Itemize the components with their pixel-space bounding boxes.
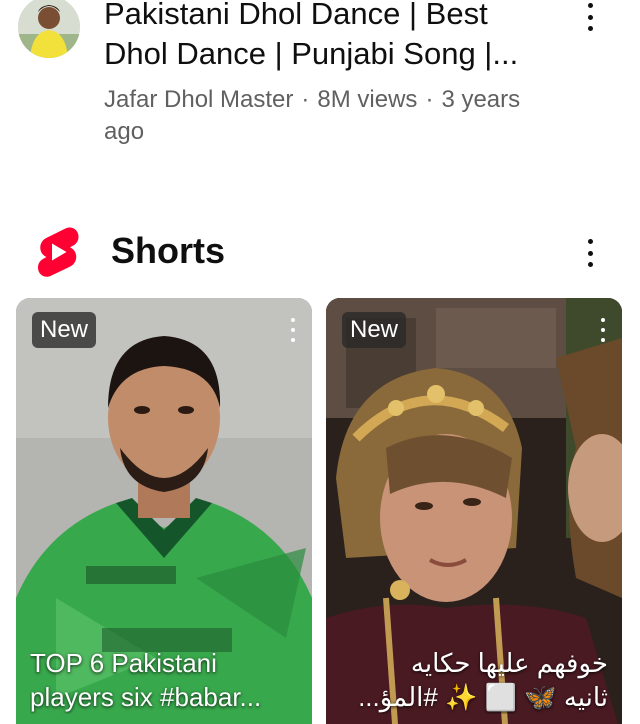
- short-caption: خوفهم عليها حكايه ثانيه 🦋 ⬜ ✨ #المؤ...: [334, 646, 608, 714]
- new-badge: New: [32, 312, 97, 348]
- short-more-vert-icon[interactable]: [288, 318, 298, 342]
- shorts-more-vert-icon[interactable]: [578, 236, 602, 270]
- new-badge: New: [342, 312, 407, 348]
- video-metadata: Jafar Dhol Master · 8M views · 3 years ago: [104, 84, 544, 148]
- channel-avatar[interactable]: [18, 0, 80, 58]
- shorts-logo-icon: [38, 227, 79, 277]
- youtube-home-feed: Pakistani Dhol Dance | Best Dhol Dance |…: [0, 0, 640, 724]
- video-title[interactable]: Pakistani Dhol Dance | Best Dhol Dance |…: [104, 0, 554, 74]
- short-caption-line: خوفهم عليها حكايه: [410, 648, 608, 678]
- view-count: 8M views: [317, 86, 418, 113]
- short-caption-line: TOP 6 Pakistani: [30, 648, 217, 678]
- meta-separator: ·: [425, 86, 434, 113]
- short-more-vert-icon[interactable]: [598, 318, 608, 342]
- shorts-heading: Shorts: [111, 230, 226, 271]
- short-caption: TOP 6 Pakistani players six #babar...: [30, 646, 300, 714]
- channel-name[interactable]: Jafar Dhol Master: [104, 86, 293, 113]
- avatar-image: [18, 0, 80, 58]
- video-more-vert-icon[interactable]: [578, 0, 602, 34]
- meta-separator: ·: [301, 86, 310, 113]
- short-card-1[interactable]: New TOP 6 Pakistani players six #babar..…: [16, 298, 312, 724]
- short-caption-line: ثانيه 🦋 ⬜ ✨ #المؤ...: [358, 682, 608, 712]
- short-caption-line: players six #babar...: [30, 682, 262, 712]
- short-card-2[interactable]: New خوفهم عليها حكايه ثانيه 🦋 ⬜ ✨ #المؤ.…: [326, 298, 622, 724]
